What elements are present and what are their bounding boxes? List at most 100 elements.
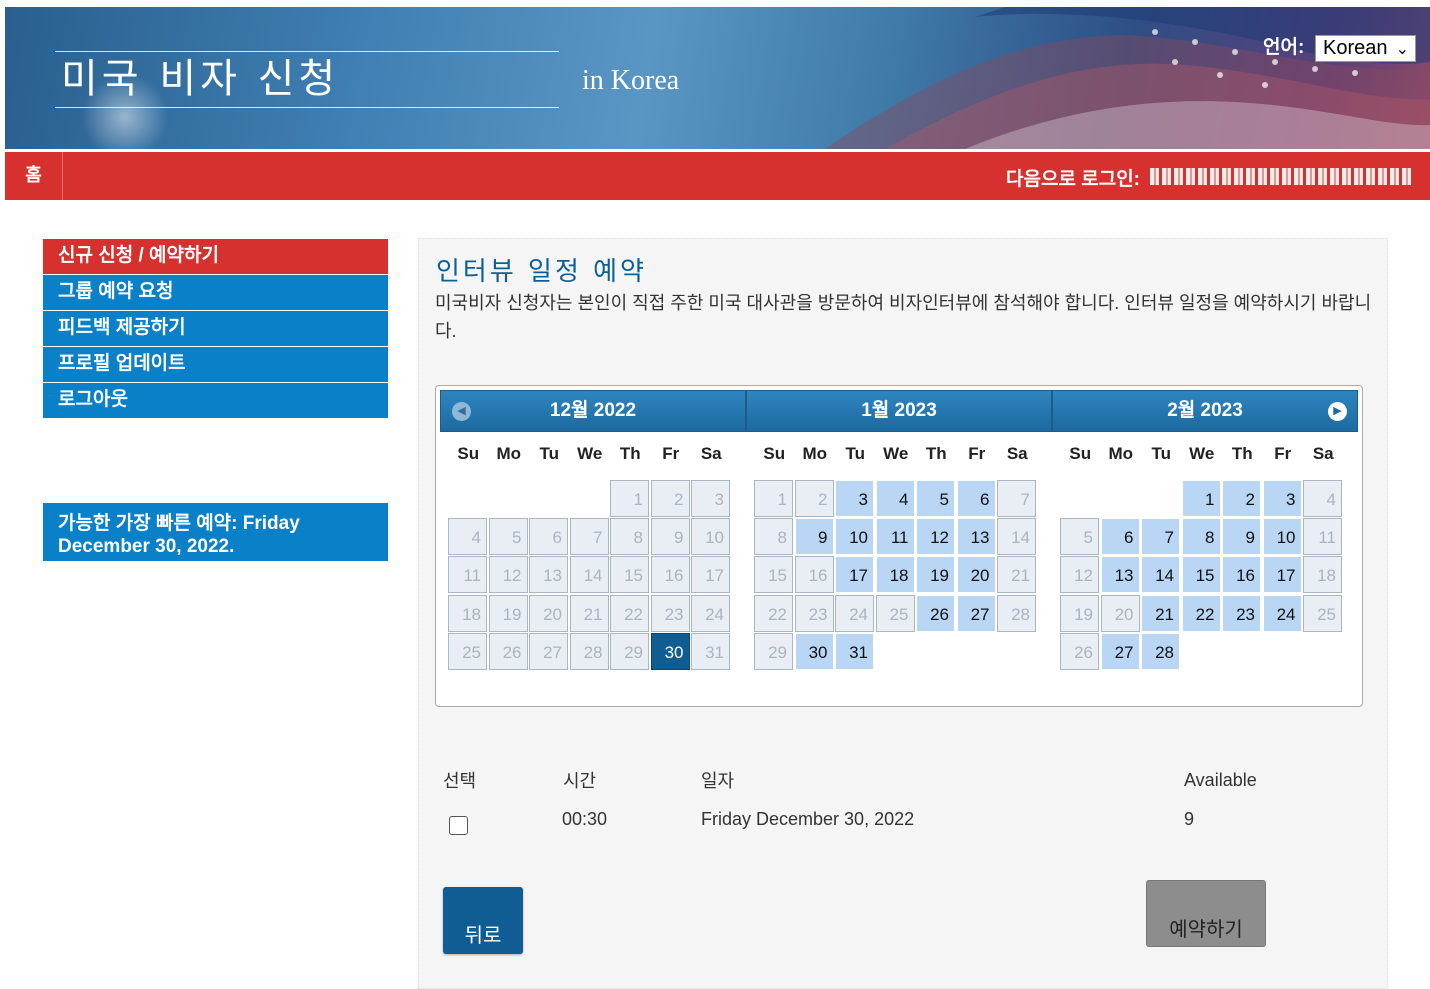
calendar-day-disabled: 10 — [691, 518, 730, 556]
calendar-day-available[interactable]: 9 — [1222, 518, 1261, 556]
calendar-day-disabled: 17 — [691, 556, 730, 594]
calendar-day-available[interactable]: 27 — [956, 594, 996, 632]
calendar-day-disabled: 2 — [650, 480, 690, 517]
weekday-label: Fr — [1274, 444, 1292, 463]
sidebar-item-logout[interactable]: 로그아웃 — [43, 383, 388, 419]
calendar-day-disabled: 29 — [754, 632, 793, 670]
calendar-day-disabled: 19 — [488, 594, 528, 632]
appointment-calendar: 12월 2022 ◀ 1월 2023 2월 2023 ▶ Su Mo Tu We Th F… — [435, 385, 1363, 707]
calendar-day-available[interactable]: 18 — [875, 556, 915, 594]
calendar-day-disabled: 13 — [529, 556, 568, 594]
calendar-day-disabled: 22 — [754, 594, 793, 632]
calendar-day-disabled: 29 — [610, 632, 649, 670]
weekday-label: Mo — [496, 444, 522, 463]
calendar-day-disabled: 6 — [529, 518, 568, 556]
calendar-day-available[interactable]: 5 — [916, 480, 955, 517]
calendar-day-disabled: 18 — [1303, 556, 1342, 594]
calendar-day-disabled: 8 — [754, 518, 793, 556]
calendar-day-available[interactable]: 3 — [1262, 480, 1302, 517]
home-link[interactable]: 홈 — [5, 152, 63, 200]
slot-available-count: 9 — [1184, 809, 1195, 829]
calendar-day-disabled: 27 — [529, 632, 568, 670]
calendar-day-available[interactable]: 12 — [916, 518, 955, 556]
weekday-label: Fr — [662, 444, 680, 463]
calendar-day-available[interactable]: 17 — [835, 556, 874, 594]
page-title: 인터뷰 일정 예약 — [436, 257, 647, 287]
weekday-label: We — [577, 444, 603, 463]
calendar-day-disabled: 11 — [1303, 518, 1342, 556]
calendar-day-available[interactable]: 10 — [1262, 518, 1302, 556]
calendar-day-available[interactable]: 31 — [835, 632, 874, 670]
calendar-day-available[interactable]: 11 — [875, 518, 915, 556]
calendar-day-available[interactable]: 14 — [1141, 556, 1180, 594]
weekday-label: We — [883, 444, 909, 463]
weekday-label: Mo — [802, 444, 828, 463]
weekday-label: Tu — [539, 444, 559, 463]
calendar-day-available[interactable]: 1 — [1181, 480, 1221, 517]
calendar-day-available[interactable]: 6 — [1100, 518, 1140, 556]
calendar-day-disabled: 7 — [997, 480, 1036, 517]
calendar-day-available[interactable]: 16 — [1222, 556, 1261, 594]
calendar-day-available[interactable]: 17 — [1262, 556, 1302, 594]
calendar-day-disabled: 28 — [569, 632, 609, 670]
calendar-day-available[interactable]: 7 — [1141, 518, 1180, 556]
back-button[interactable]: 뒤로 — [443, 887, 523, 954]
calendar-day-disabled: 7 — [569, 518, 609, 556]
slot-select-checkbox[interactable] — [449, 816, 468, 835]
calendar-day-disabled: 18 — [448, 594, 487, 632]
calendar-day-available[interactable]: 15 — [1181, 556, 1221, 594]
calendar-day-disabled: 1 — [754, 480, 793, 517]
calendar-day-disabled: 2 — [794, 480, 834, 517]
calendar-day-available[interactable]: 28 — [1141, 632, 1180, 670]
calendar-day-available[interactable]: 26 — [916, 594, 955, 632]
calendar-day-disabled: 26 — [1060, 632, 1099, 670]
calendar-day-available[interactable]: 21 — [1141, 594, 1180, 632]
column-header-available: Available — [1184, 770, 1257, 790]
book-appointment-button[interactable]: 예약하기 — [1146, 880, 1266, 947]
calendar-header-month-3: 2월 2023 ▶ — [1052, 390, 1358, 432]
flag-banner-image — [825, 7, 1430, 149]
calendar-day-available[interactable]: 2 — [1222, 480, 1261, 517]
calendar-day-selected[interactable]: 30 — [650, 632, 690, 670]
weekday-header-row: Su Mo Tu We Th Fr Sa — [448, 432, 732, 472]
calendar-day-disabled: 3 — [691, 480, 730, 517]
calendar-header-month-2: 1월 2023 — [746, 390, 1052, 432]
calendar-day-available[interactable]: 10 — [835, 518, 874, 556]
calendar-day-disabled: 14 — [569, 556, 609, 594]
site-subtitle: in Korea — [582, 65, 680, 96]
chevron-down-icon: ⌄ — [1395, 41, 1409, 58]
calendar-month-title: 2월 2023 — [1167, 400, 1243, 421]
calendar-day-disabled: 16 — [650, 556, 690, 594]
calendar-day-available[interactable]: 13 — [1100, 556, 1140, 594]
slot-time: 00:30 — [562, 809, 608, 829]
calendar-day-available[interactable]: 8 — [1181, 518, 1221, 556]
calendar-day-disabled: 4 — [1303, 480, 1342, 517]
calendar-day-available[interactable]: 4 — [875, 480, 915, 517]
calendar-next-icon[interactable]: ▶ — [1328, 402, 1347, 421]
calendar-month-grid: Su Mo Tu We Th Fr Sa 1 2 3 4 5 6 7 8 9 10 11 12 13 14 15 16 17 1… — [448, 432, 732, 670]
calendar-day-available[interactable]: 30 — [794, 632, 834, 670]
sidebar-item-group-request[interactable]: 그룹 예약 요청 — [43, 275, 388, 311]
calendar-day-available[interactable]: 19 — [916, 556, 955, 594]
sidebar-item-new-application[interactable]: 신규 신청 / 예약하기 — [43, 239, 388, 275]
weekday-header-row: Su Mo Tu We Th Fr Sa — [754, 432, 1038, 472]
weekday-label: Tu — [845, 444, 865, 463]
calendar-prev-icon[interactable]: ◀ — [452, 402, 471, 421]
calendar-day-available[interactable]: 6 — [956, 480, 996, 517]
site-header: 미국 비자 신청 in Korea 언어: Korean ⌄ — [5, 7, 1430, 149]
calendar-day-available[interactable]: 13 — [956, 518, 996, 556]
calendar-day-available[interactable]: 20 — [956, 556, 996, 594]
weekday-label: We — [1189, 444, 1215, 463]
calendar-day-available[interactable]: 22 — [1181, 594, 1221, 632]
calendar-day-available[interactable]: 23 — [1222, 594, 1261, 632]
sidebar-item-feedback[interactable]: 피드백 제공하기 — [43, 311, 388, 347]
language-select[interactable]: Korean ⌄ — [1315, 35, 1416, 62]
calendar-day-available[interactable]: 24 — [1262, 594, 1302, 632]
weekday-label: Sa — [1006, 444, 1028, 463]
calendar-day-disabled: 15 — [754, 556, 793, 594]
weekday-label: Th — [925, 444, 947, 463]
calendar-day-available[interactable]: 9 — [794, 518, 834, 556]
calendar-day-available[interactable]: 3 — [835, 480, 874, 517]
calendar-day-available[interactable]: 27 — [1100, 632, 1140, 670]
sidebar-item-profile-update[interactable]: 프로필 업데이트 — [43, 347, 388, 383]
